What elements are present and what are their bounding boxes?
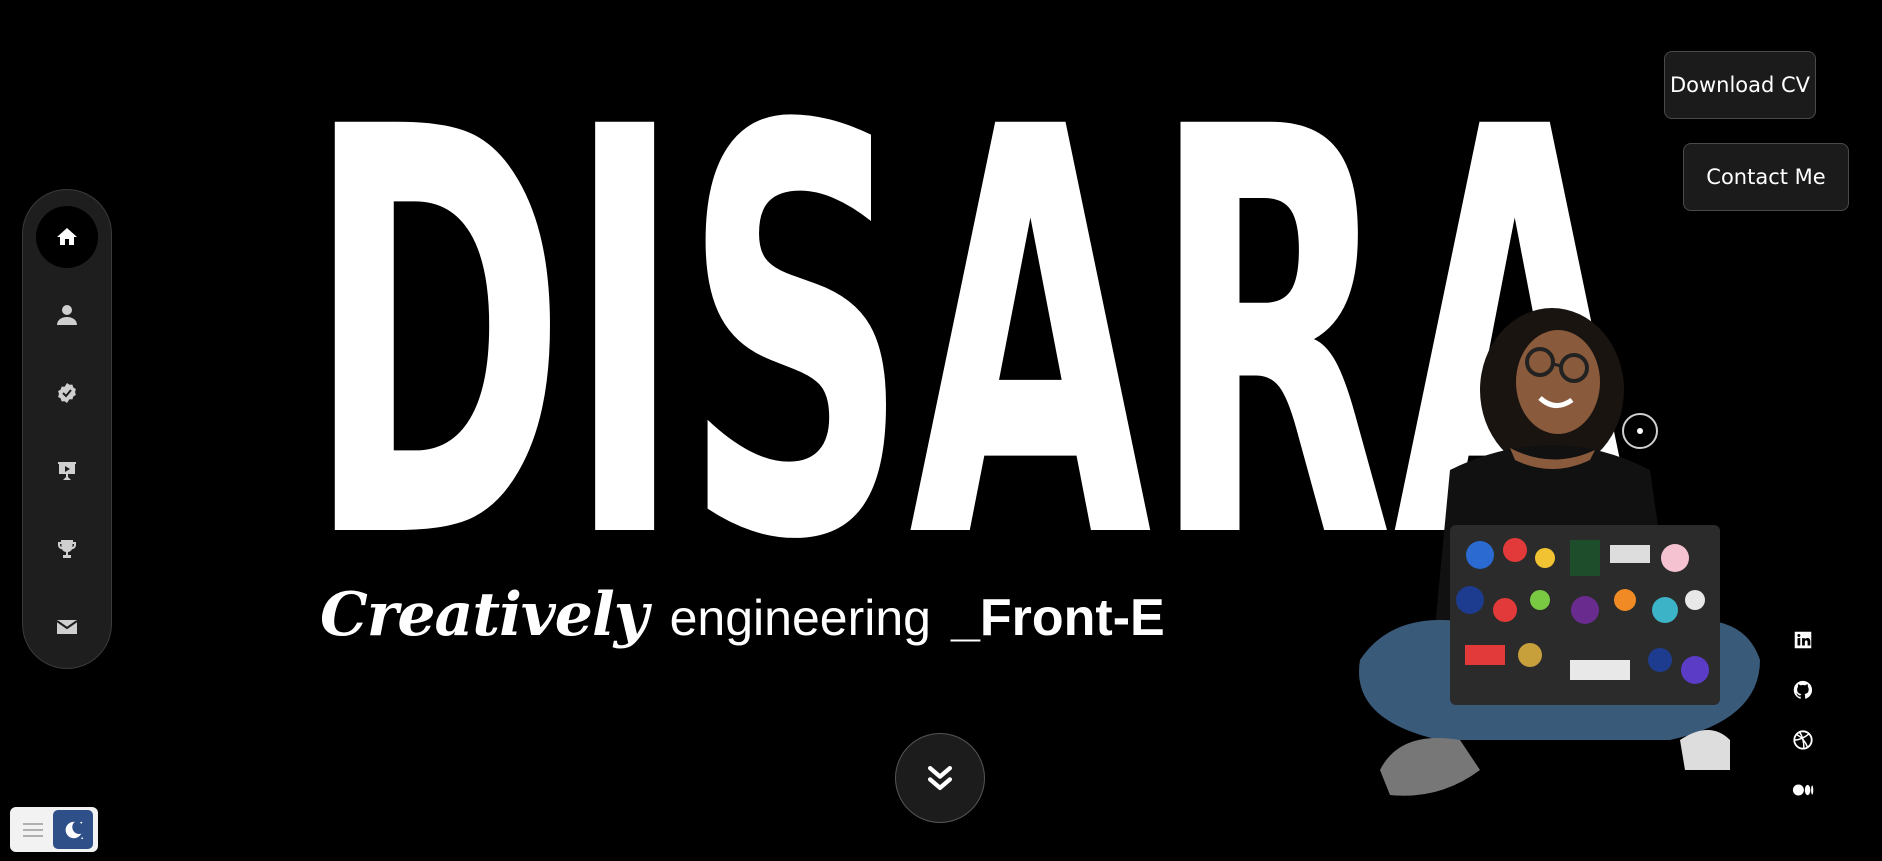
nav-item-about[interactable] — [36, 284, 98, 346]
user-icon — [57, 305, 77, 325]
presentation-icon — [58, 462, 76, 480]
portfolio-page: DISARA Creatively engineering _Front-E D… — [0, 0, 1882, 861]
linkedin-icon — [1794, 631, 1812, 649]
moon-icon — [65, 821, 84, 839]
medium-icon — [1792, 784, 1814, 796]
theme-toggle[interactable] — [10, 807, 98, 852]
nav-item-projects[interactable] — [36, 440, 98, 502]
nav-item-achievements[interactable] — [36, 518, 98, 580]
cursor-indicator — [1622, 413, 1658, 449]
dark-mode-toggle[interactable] — [53, 810, 93, 849]
github-link[interactable] — [1790, 677, 1816, 703]
nav-item-skills[interactable] — [36, 362, 98, 424]
home-icon — [57, 228, 77, 245]
side-nav — [22, 189, 112, 669]
dribbble-icon — [1793, 730, 1813, 750]
verified-badge-icon — [58, 383, 76, 403]
linkedin-link[interactable] — [1790, 627, 1816, 653]
nav-item-home[interactable] — [36, 206, 98, 268]
profile-photo — [1359, 308, 1760, 796]
tagline-role-typewriter: _Front-E — [950, 589, 1165, 647]
nav-item-contact[interactable] — [36, 596, 98, 658]
double-chevron-down-icon — [927, 765, 953, 791]
hero-tagline: Creatively engineering _Front-E — [320, 580, 1165, 650]
menu-toggle[interactable] — [13, 810, 53, 849]
github-icon — [1793, 680, 1813, 699]
tagline-creatively: Creatively — [320, 580, 649, 650]
scroll-down-button[interactable] — [895, 733, 985, 823]
trophy-icon — [58, 540, 76, 558]
medium-link[interactable] — [1790, 777, 1816, 803]
contact-me-button[interactable]: Contact Me — [1683, 143, 1849, 211]
dribbble-link[interactable] — [1790, 727, 1816, 753]
menu-icon — [23, 822, 43, 837]
download-cv-button[interactable]: Download CV — [1664, 51, 1816, 119]
mail-icon — [56, 620, 78, 634]
tagline-engineering: engineering — [669, 590, 931, 646]
